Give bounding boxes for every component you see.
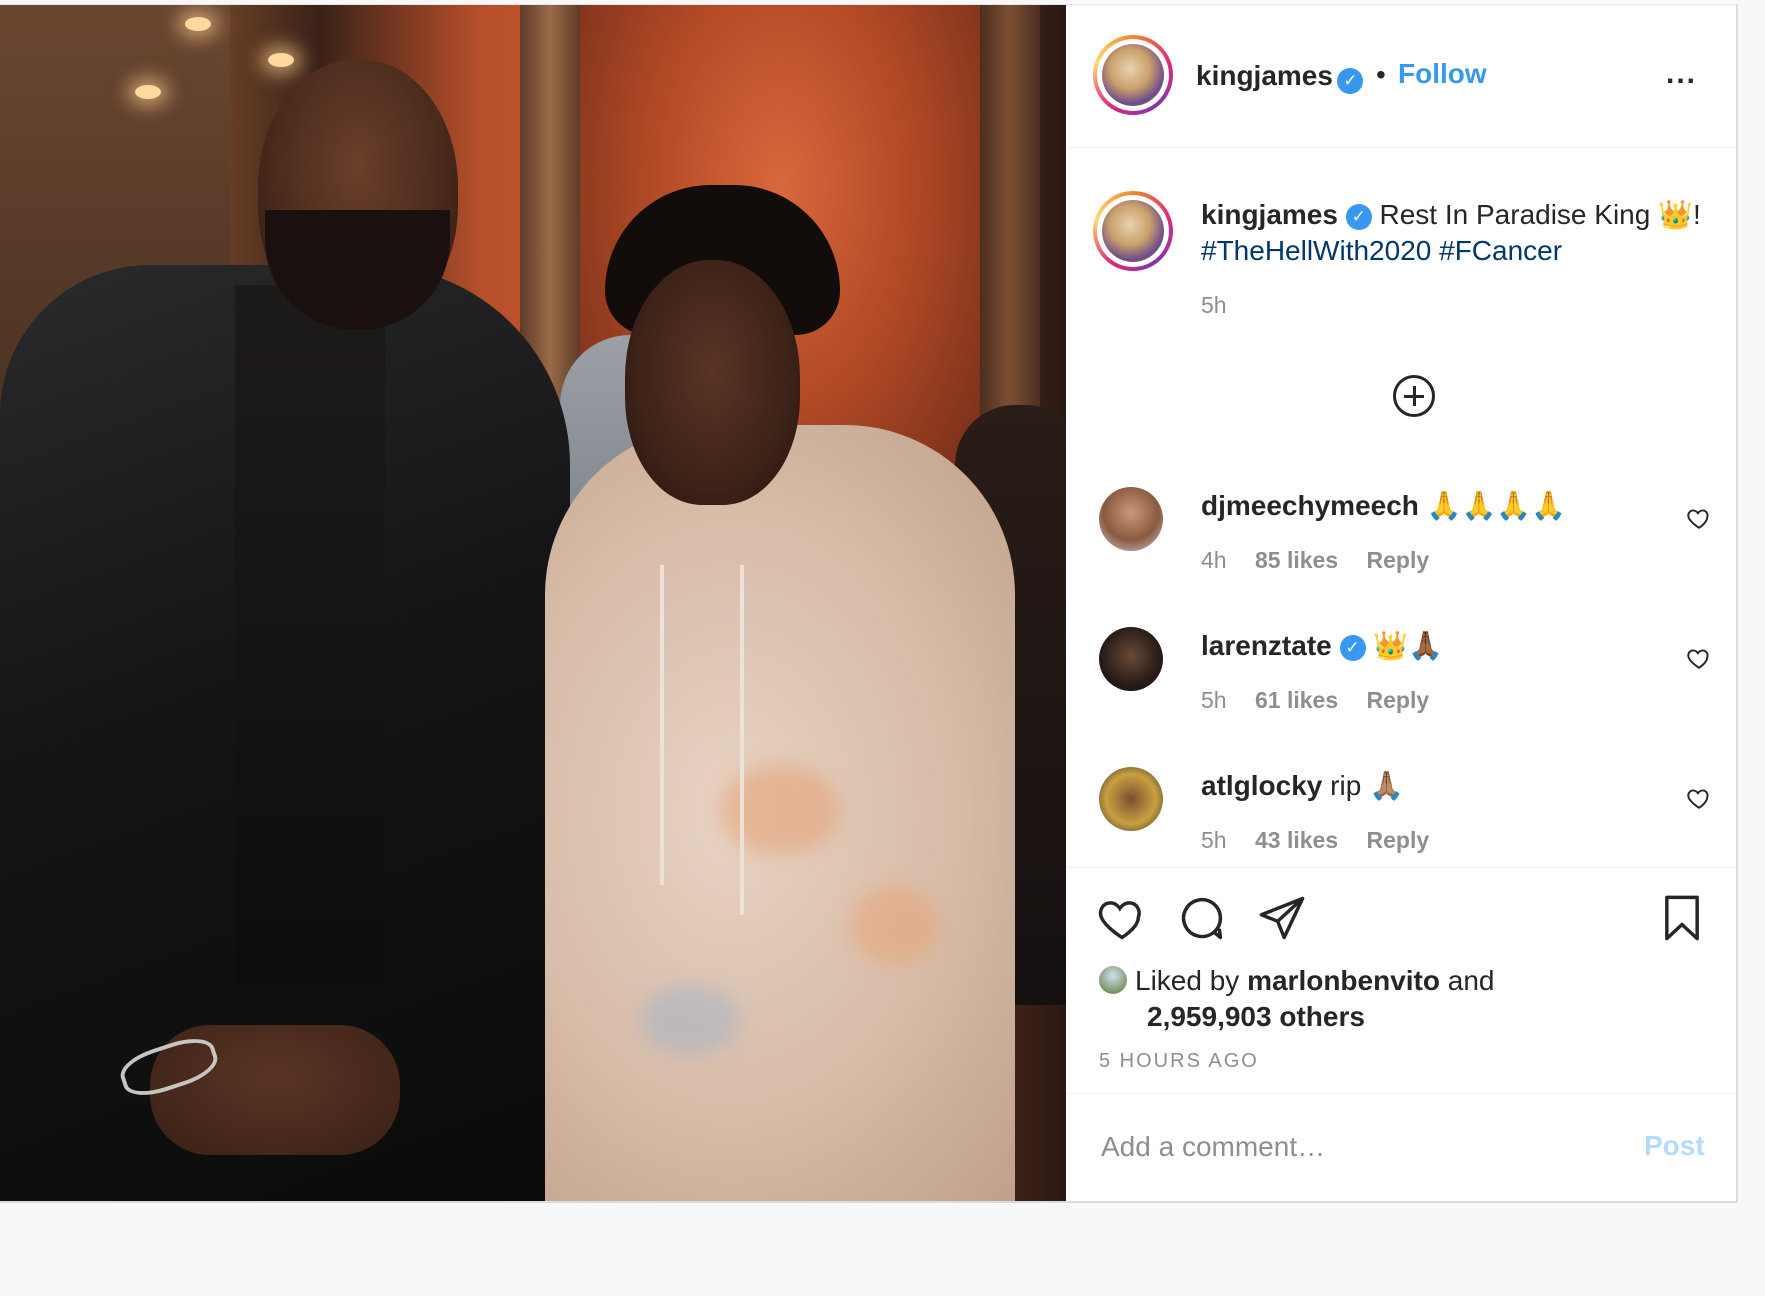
liker-avatar[interactable] [1099, 966, 1127, 994]
share-send-icon[interactable] [1256, 892, 1308, 944]
liked-by-prefix: Liked by [1135, 965, 1240, 996]
more-options-icon[interactable]: ... [1666, 57, 1697, 91]
comment-bubble-icon[interactable] [1176, 892, 1228, 944]
comment-time: 5h [1201, 827, 1227, 853]
author-username[interactable]: kingjames [1196, 60, 1333, 91]
verified-badge-icon: ✓ [1339, 634, 1366, 661]
comment-text: 🙏🙏🙏🙏 [1426, 490, 1567, 521]
comment-like-heart-icon[interactable] [1686, 645, 1712, 671]
post-side-panel: kingjames ✓ • Follow ... kingjames ✓ Res… [1066, 5, 1736, 1201]
comment-likes[interactable]: 85 likes [1255, 547, 1338, 573]
comment-reply-button[interactable]: Reply [1367, 687, 1430, 713]
comment-username[interactable]: atlglocky [1201, 770, 1322, 801]
caption-hashtags[interactable]: #TheHellWith2020 #FCancer [1201, 235, 1562, 266]
likes-count[interactable]: 2,959,903 others [1147, 1001, 1365, 1032]
comment-reply-button[interactable]: Reply [1367, 827, 1430, 853]
like-heart-icon[interactable] [1096, 892, 1148, 944]
commenter-avatar[interactable] [1099, 627, 1163, 691]
comment-text: 👑🙏🏾 [1373, 630, 1444, 661]
comment-like-heart-icon[interactable] [1686, 785, 1712, 811]
comment-item: djmeechymeech 🙏🙏🙏🙏 4h 85 likes Reply [1066, 487, 1736, 607]
follow-button[interactable]: Follow [1398, 58, 1487, 90]
caption-username[interactable]: kingjames [1201, 199, 1338, 230]
add-comment-bar: Post [1066, 1093, 1736, 1202]
post-caption: kingjames ✓ Rest In Paradise King 👑! #Th… [1201, 197, 1721, 323]
caption-author-avatar[interactable] [1093, 191, 1173, 271]
comment-line: atlglocky rip 🙏🏽 [1201, 769, 1404, 802]
header-separator: • [1376, 59, 1386, 90]
post-comment-button[interactable]: Post [1644, 1130, 1705, 1162]
add-comment-input[interactable] [1099, 1124, 1603, 1170]
comment-line: larenztate ✓ 👑🙏🏾 [1201, 629, 1443, 662]
commenter-avatar[interactable] [1099, 487, 1163, 551]
comment-like-heart-icon[interactable] [1686, 505, 1712, 531]
comment-likes[interactable]: 43 likes [1255, 827, 1338, 853]
post-photo[interactable] [0, 5, 1066, 1201]
comment-reply-button[interactable]: Reply [1367, 547, 1430, 573]
comment-meta: 4h 85 likes Reply [1201, 547, 1451, 574]
post-timestamp[interactable]: 5 HOURS AGO [1099, 1050, 1259, 1073]
author-name-block: kingjames ✓ [1196, 60, 1364, 94]
post-actions: Liked by marlonbenvito and 2,959,903 oth… [1066, 867, 1736, 1092]
comment-meta: 5h 61 likes Reply [1201, 687, 1451, 714]
commenter-avatar[interactable] [1099, 767, 1163, 831]
comment-likes[interactable]: 61 likes [1255, 687, 1338, 713]
instagram-post: kingjames ✓ • Follow ... kingjames ✓ Res… [0, 4, 1738, 1203]
save-bookmark-icon[interactable] [1656, 892, 1708, 944]
caption-time: 5h [1201, 292, 1227, 318]
liker-username[interactable]: marlonbenvito [1247, 965, 1440, 996]
load-more-comments-icon[interactable] [1393, 375, 1435, 417]
comment-text: rip 🙏🏽 [1330, 770, 1404, 801]
author-avatar[interactable] [1093, 35, 1173, 115]
liked-by-connector: and [1447, 965, 1495, 996]
likes-summary: Liked by marlonbenvito and 2,959,903 oth… [1099, 963, 1495, 1035]
comment-meta: 5h 43 likes Reply [1201, 827, 1451, 854]
comment-time: 5h [1201, 687, 1227, 713]
comment-username[interactable]: djmeechymeech [1201, 490, 1419, 521]
verified-badge-icon: ✓ [1345, 203, 1372, 230]
comment-username[interactable]: larenztate [1201, 630, 1332, 661]
comment-time: 4h [1201, 547, 1227, 573]
verified-badge-icon: ✓ [1337, 67, 1364, 94]
comment-line: djmeechymeech 🙏🙏🙏🙏 [1201, 489, 1566, 522]
post-header: kingjames ✓ • Follow ... [1066, 5, 1736, 148]
caption-text: Rest In Paradise King 👑! [1379, 199, 1701, 230]
comment-item: larenztate ✓ 👑🙏🏾 5h 61 likes Reply [1066, 627, 1736, 747]
